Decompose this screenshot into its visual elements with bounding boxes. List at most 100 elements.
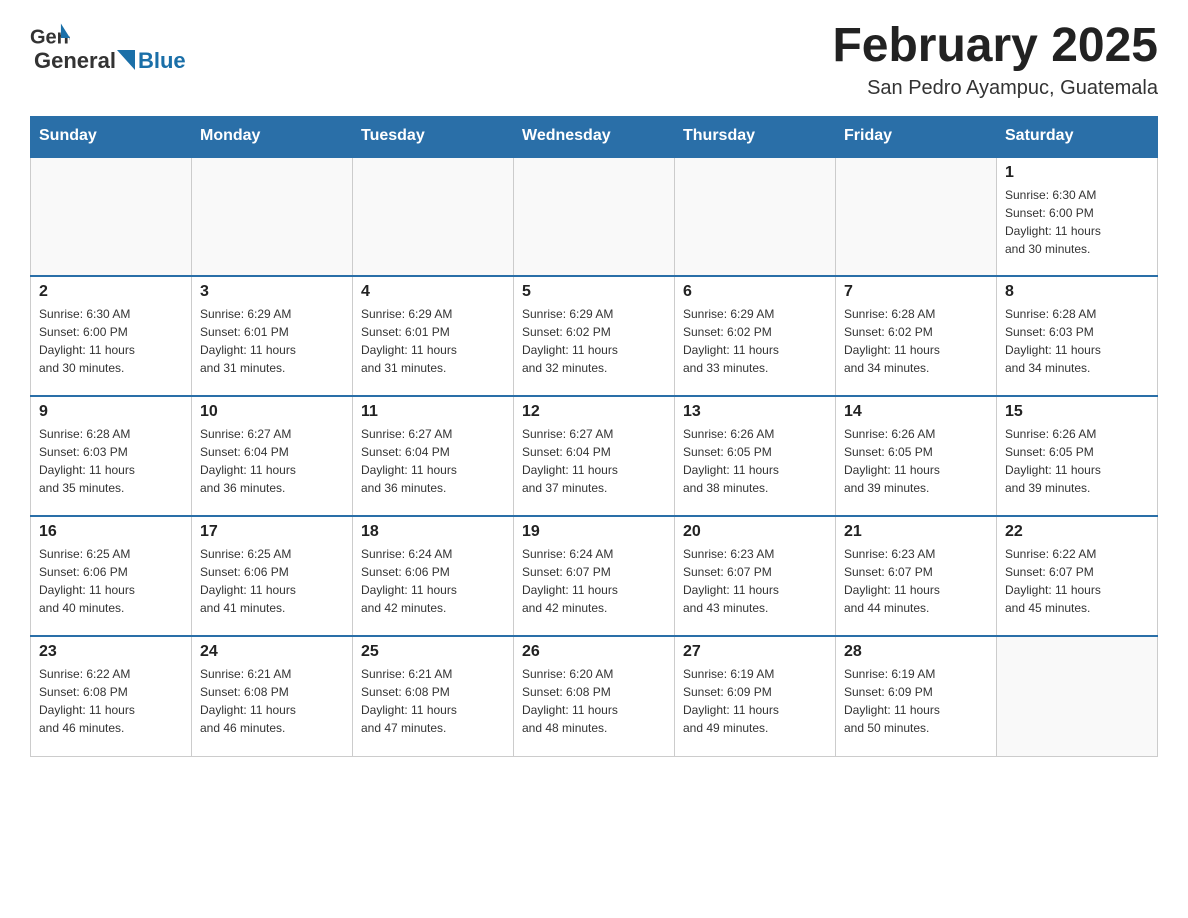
day-number: 17 [200, 523, 344, 541]
day-info: Sunrise: 6:30 AMSunset: 6:00 PMDaylight:… [1005, 186, 1149, 258]
day-info: Sunrise: 6:21 AMSunset: 6:08 PMDaylight:… [361, 665, 505, 737]
calendar-header-thursday: Thursday [675, 116, 836, 156]
day-number: 20 [683, 523, 827, 541]
calendar-cell: 27Sunrise: 6:19 AMSunset: 6:09 PMDayligh… [675, 636, 836, 756]
day-number: 7 [844, 283, 988, 301]
day-number: 15 [1005, 403, 1149, 421]
calendar-header-saturday: Saturday [997, 116, 1158, 156]
calendar-cell: 22 Sunrise: 6:22 AMSunset: 6:07 PMDayligh… [997, 516, 1158, 636]
calendar-cell: 21 Sunrise: 6:23 AMSunset: 6:07 PMDayligh… [836, 516, 997, 636]
calendar-cell [514, 156, 675, 276]
day-info: Sunrise: 6:22 AMSunset: 6:08 PMDaylight:… [39, 665, 183, 737]
day-info: Sunrise: 6:25 AMSunset: 6:06 PMDaylight:… [39, 545, 183, 617]
day-number: 13 [683, 403, 827, 421]
calendar-cell: 15 Sunrise: 6:26 AMSunset: 6:05 PMDayligh… [997, 396, 1158, 516]
calendar-cell: 4 Sunrise: 6:29 AMSunset: 6:01 PMDaylight… [353, 276, 514, 396]
day-info: Sunrise: 6:24 AMSunset: 6:06 PMDaylight:… [361, 545, 505, 617]
day-info: Sunrise: 6:20 AMSunset: 6:08 PMDaylight:… [522, 665, 666, 737]
day-info: Sunrise: 6:27 AMSunset: 6:04 PMDaylight:… [522, 425, 666, 497]
day-number: 22 [1005, 523, 1149, 541]
day-number: 18 [361, 523, 505, 541]
day-number: 24 [200, 643, 344, 661]
day-info: Sunrise: 6:29 AMSunset: 6:02 PMDaylight:… [683, 305, 827, 377]
day-info: Sunrise: 6:19 AMSunset: 6:09 PMDaylight:… [844, 665, 988, 737]
day-info: Sunrise: 6:28 AMSunset: 6:03 PMDaylight:… [39, 425, 183, 497]
calendar-cell: 24 Sunrise: 6:21 AMSunset: 6:08 PMDayligh… [192, 636, 353, 756]
calendar-header-tuesday: Tuesday [353, 116, 514, 156]
day-info: Sunrise: 6:23 AMSunset: 6:07 PMDaylight:… [683, 545, 827, 617]
calendar-cell [353, 156, 514, 276]
day-number: 27 [683, 643, 827, 661]
day-number: 26 [522, 643, 666, 661]
calendar-cell: 26 Sunrise: 6:20 AMSunset: 6:08 PMDayligh… [514, 636, 675, 756]
calendar-cell: 5 Sunrise: 6:29 AMSunset: 6:02 PMDaylight… [514, 276, 675, 396]
day-info: Sunrise: 6:28 AMSunset: 6:03 PMDaylight:… [1005, 305, 1149, 377]
day-info: Sunrise: 6:27 AMSunset: 6:04 PMDaylight:… [361, 425, 505, 497]
logo: General General Blue [30, 20, 186, 74]
day-number: 28 [844, 643, 988, 661]
day-info: Sunrise: 6:29 AMSunset: 6:01 PMDaylight:… [200, 305, 344, 377]
logo-blue-text: Blue [138, 48, 186, 74]
calendar-cell: 18 Sunrise: 6:24 AMSunset: 6:06 PMDayligh… [353, 516, 514, 636]
day-info: Sunrise: 6:29 AMSunset: 6:01 PMDaylight:… [361, 305, 505, 377]
calendar-header-row: SundayMondayTuesdayWednesdayThursdayFrid… [31, 116, 1158, 156]
day-info: Sunrise: 6:22 AMSunset: 6:07 PMDaylight:… [1005, 545, 1149, 617]
calendar-cell: 23 Sunrise: 6:22 AMSunset: 6:08 PMDayligh… [31, 636, 192, 756]
calendar-week-3: 9Sunrise: 6:28 AMSunset: 6:03 PMDaylight… [31, 396, 1158, 516]
day-number: 10 [200, 403, 344, 421]
calendar-header-monday: Monday [192, 116, 353, 156]
calendar-cell [31, 156, 192, 276]
day-number: 2 [39, 283, 183, 301]
calendar-cell: 17 Sunrise: 6:25 AMSunset: 6:06 PMDayligh… [192, 516, 353, 636]
calendar-week-1: 1 Sunrise: 6:30 AMSunset: 6:00 PMDaylight… [31, 156, 1158, 276]
day-number: 11 [361, 403, 505, 421]
calendar-cell [836, 156, 997, 276]
calendar-cell: 11 Sunrise: 6:27 AMSunset: 6:04 PMDayligh… [353, 396, 514, 516]
calendar-week-2: 2 Sunrise: 6:30 AMSunset: 6:00 PMDaylight… [31, 276, 1158, 396]
calendar-cell: 7 Sunrise: 6:28 AMSunset: 6:02 PMDaylight… [836, 276, 997, 396]
day-number: 5 [522, 283, 666, 301]
day-info: Sunrise: 6:23 AMSunset: 6:07 PMDaylight:… [844, 545, 988, 617]
calendar-cell [997, 636, 1158, 756]
page-title: February 2025 [832, 20, 1158, 73]
day-number: 1 [1005, 164, 1149, 182]
calendar-table: SundayMondayTuesdayWednesdayThursdayFrid… [30, 116, 1158, 757]
calendar-week-4: 16 Sunrise: 6:25 AMSunset: 6:06 PMDayligh… [31, 516, 1158, 636]
day-info: Sunrise: 6:26 AMSunset: 6:05 PMDaylight:… [844, 425, 988, 497]
calendar-cell [192, 156, 353, 276]
day-number: 21 [844, 523, 988, 541]
page-subtitle: San Pedro Ayampuc, Guatemala [832, 77, 1158, 100]
calendar-cell: 10 Sunrise: 6:27 AMSunset: 6:04 PMDayligh… [192, 396, 353, 516]
calendar-cell: 6 Sunrise: 6:29 AMSunset: 6:02 PMDaylight… [675, 276, 836, 396]
day-info: Sunrise: 6:25 AMSunset: 6:06 PMDaylight:… [200, 545, 344, 617]
day-info: Sunrise: 6:29 AMSunset: 6:02 PMDaylight:… [522, 305, 666, 377]
day-info: Sunrise: 6:27 AMSunset: 6:04 PMDaylight:… [200, 425, 344, 497]
calendar-cell: 13 Sunrise: 6:26 AMSunset: 6:05 PMDayligh… [675, 396, 836, 516]
calendar-cell: 14 Sunrise: 6:26 AMSunset: 6:05 PMDayligh… [836, 396, 997, 516]
day-number: 3 [200, 283, 344, 301]
day-number: 23 [39, 643, 183, 661]
day-info: Sunrise: 6:26 AMSunset: 6:05 PMDaylight:… [683, 425, 827, 497]
calendar-cell: 8Sunrise: 6:28 AMSunset: 6:03 PMDaylight… [997, 276, 1158, 396]
logo-triangle-icon [117, 50, 135, 70]
day-number: 6 [683, 283, 827, 301]
day-number: 16 [39, 523, 183, 541]
day-number: 14 [844, 403, 988, 421]
day-info: Sunrise: 6:28 AMSunset: 6:02 PMDaylight:… [844, 305, 988, 377]
calendar-cell: 12 Sunrise: 6:27 AMSunset: 6:04 PMDayligh… [514, 396, 675, 516]
calendar-cell: 1 Sunrise: 6:30 AMSunset: 6:00 PMDaylight… [997, 156, 1158, 276]
day-number: 12 [522, 403, 666, 421]
calendar-cell: 19Sunrise: 6:24 AMSunset: 6:07 PMDayligh… [514, 516, 675, 636]
calendar-cell: 28 Sunrise: 6:19 AMSunset: 6:09 PMDayligh… [836, 636, 997, 756]
day-info: Sunrise: 6:30 AMSunset: 6:00 PMDaylight:… [39, 305, 183, 377]
calendar-header-friday: Friday [836, 116, 997, 156]
day-number: 4 [361, 283, 505, 301]
day-info: Sunrise: 6:21 AMSunset: 6:08 PMDaylight:… [200, 665, 344, 737]
calendar-cell: 2 Sunrise: 6:30 AMSunset: 6:00 PMDaylight… [31, 276, 192, 396]
calendar-cell [675, 156, 836, 276]
day-info: Sunrise: 6:26 AMSunset: 6:05 PMDaylight:… [1005, 425, 1149, 497]
calendar-week-5: 23 Sunrise: 6:22 AMSunset: 6:08 PMDayligh… [31, 636, 1158, 756]
day-number: 19 [522, 523, 666, 541]
title-area: February 2025 San Pedro Ayampuc, Guatema… [832, 20, 1158, 100]
calendar-cell: 16 Sunrise: 6:25 AMSunset: 6:06 PMDayligh… [31, 516, 192, 636]
